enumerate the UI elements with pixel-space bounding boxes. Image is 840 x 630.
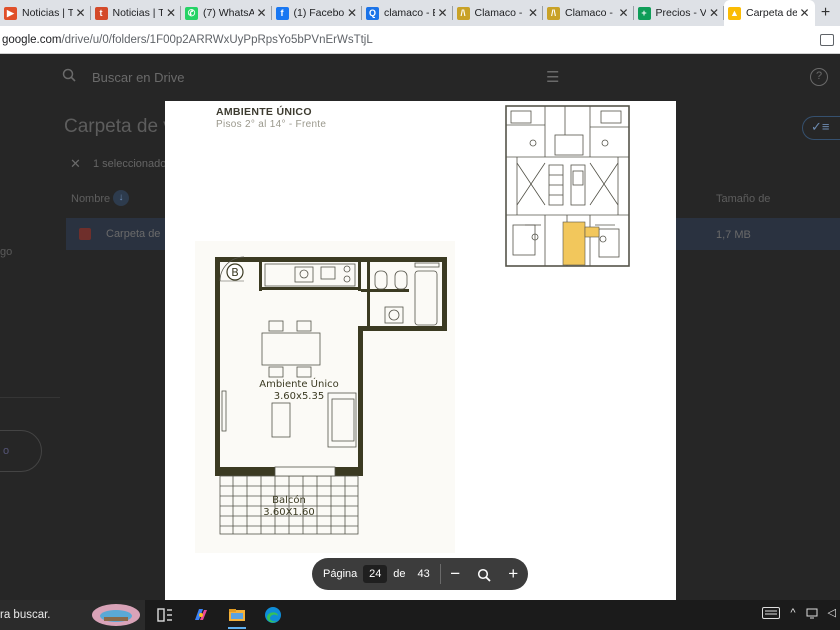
highlighted-unit: [562, 221, 586, 266]
folder-title: Carpeta de v: [64, 116, 173, 137]
zoom-in-button[interactable]: +: [499, 564, 528, 584]
column-header-size[interactable]: Tamaño de: [716, 193, 770, 205]
row-file-name[interactable]: Carpeta de: [106, 228, 160, 240]
system-tray: ^ ◁: [762, 606, 836, 619]
browser-tab[interactable]: /\ Clamaco - C✕: [543, 0, 634, 26]
room-name-balcony: Balcón: [272, 494, 306, 506]
browser-tab[interactable]: t Noticias | To✕: [91, 0, 182, 26]
sidebar-divider: [0, 397, 60, 398]
search-highlight-image: [92, 604, 140, 626]
pdf-file-icon: [79, 228, 91, 240]
drive-search-input[interactable]: Buscar en Drive: [92, 70, 184, 85]
page-of-label: de: [393, 568, 406, 580]
url-text[interactable]: google.com/drive/u/0/folders/1F00p2ARRWx…: [0, 34, 820, 46]
news-tab-icon: ▶: [4, 6, 17, 20]
zoom-icon[interactable]: [470, 564, 499, 584]
page-navigation: Página 24 de 43 − +: [312, 558, 528, 590]
tab-title: Clamaco - C: [565, 7, 616, 19]
edge-browser-icon[interactable]: [264, 606, 282, 624]
close-tab-icon[interactable]: ✕: [799, 6, 811, 20]
zoom-out-button[interactable]: −: [441, 564, 470, 584]
browser-tab[interactable]: f (1) Faceboo✕: [272, 0, 363, 26]
facebook-icon: f: [275, 6, 289, 20]
search-tab-icon: Q: [366, 6, 379, 20]
plan-subtitle: Pisos 2° al 14° - Frente: [216, 119, 327, 130]
column-header-name[interactable]: Nombre: [71, 193, 110, 205]
help-icon[interactable]: ?: [810, 68, 828, 86]
close-tab-icon[interactable]: ✕: [708, 6, 720, 20]
windows-taskbar: ra buscar. ^ ◁: [0, 600, 840, 630]
clear-selection-icon[interactable]: ✕: [70, 156, 81, 172]
tray-overflow-icon[interactable]: ^: [790, 607, 795, 619]
tab-title: Clamaco - C: [474, 7, 526, 19]
close-tab-icon[interactable]: ✕: [437, 6, 449, 20]
install-app-icon[interactable]: [820, 33, 834, 46]
close-tab-icon[interactable]: ✕: [165, 6, 177, 20]
page-number-input[interactable]: 24: [363, 565, 388, 583]
active-app-indicator: [228, 627, 246, 629]
building-key-plan: [505, 105, 630, 267]
unit-badge: B: [231, 266, 239, 279]
close-tab-icon[interactable]: ✕: [527, 6, 539, 20]
search-icon[interactable]: [62, 68, 76, 82]
close-tab-icon[interactable]: ✕: [75, 6, 87, 20]
address-bar[interactable]: google.com/drive/u/0/folders/1F00p2ARRWx…: [0, 26, 840, 54]
browser-tab[interactable]: ▶ Noticias | To✕: [0, 0, 91, 26]
page-total: 43: [417, 568, 430, 580]
file-explorer-icon[interactable]: [228, 606, 246, 624]
clamaco-logo-icon: /\: [547, 6, 560, 20]
t-news-icon: t: [94, 6, 108, 20]
tab-title: Carpeta de v: [746, 7, 797, 19]
room-dims-balcony: 3.60X1.60: [263, 507, 314, 518]
row-file-size: 1,7 MB: [716, 229, 751, 241]
browser-tab[interactable]: + Precios - Va✕: [634, 0, 725, 26]
sidebar-storage-button[interactable]: o: [0, 430, 42, 472]
whatsapp-icon: ✆: [185, 6, 198, 20]
keyboard-icon[interactable]: [762, 606, 781, 619]
pdf-page: AMBIENTE ÚNICO Pisos 2° al 14° - Frente: [165, 101, 676, 600]
close-tab-icon[interactable]: ✕: [256, 6, 268, 20]
close-tab-icon[interactable]: ✕: [346, 6, 358, 20]
task-view-icon[interactable]: [156, 606, 174, 624]
room-dims-main: 3.60x5.35: [274, 391, 324, 402]
sidebar-text-fragment: go: [0, 246, 13, 258]
page-label: Página: [323, 568, 358, 580]
tab-title: Noticias | To: [22, 7, 73, 19]
plan-title: AMBIENTE ÚNICO: [216, 106, 312, 118]
browser-tab-strip: ▶Noticias | To✕tNoticias | To✕✆(7) Whats…: [0, 0, 840, 26]
sort-arrow-icon[interactable]: ↓: [113, 190, 129, 206]
room-name-main: Ambiente Único: [259, 377, 339, 390]
browser-tab[interactable]: ▲ Carpeta de v✕: [724, 0, 815, 26]
close-tab-icon[interactable]: ✕: [618, 6, 630, 20]
unit-floor-plan: B Ambiente Único 3.60x5.35 Balcón 3.60X1…: [195, 241, 455, 553]
browser-tab[interactable]: Qclamaco - Bu✕: [362, 0, 453, 26]
browser-tab[interactable]: /\ Clamaco - C✕: [453, 0, 544, 26]
tab-title: Precios - Va: [655, 7, 707, 19]
tab-title: (1) Faceboo: [293, 7, 345, 19]
tab-title: clamaco - Bu: [384, 7, 435, 19]
drive-icon: ▲: [728, 6, 741, 20]
view-toggle-button[interactable]: ✓≡: [802, 116, 840, 140]
sheets-icon: +: [637, 6, 651, 20]
search-options-icon[interactable]: ☰: [546, 68, 559, 86]
clamaco-logo-icon: /\: [456, 6, 470, 20]
copilot-icon[interactable]: [192, 606, 210, 624]
new-tab-button[interactable]: +: [817, 4, 835, 22]
speaker-icon[interactable]: ◁: [828, 606, 836, 619]
url-path: /drive/u/0/folders/1F00p2ARRWxUyPpRpsYo5…: [61, 33, 373, 46]
network-icon[interactable]: [806, 607, 818, 619]
selection-count: 1 seleccionado: [93, 158, 167, 170]
url-host: google.com: [2, 33, 62, 46]
tab-title: (7) WhatsAp: [203, 7, 254, 19]
browser-tab[interactable]: ✆ (7) WhatsAp✕: [181, 0, 272, 26]
tab-title: Noticias | To: [112, 7, 164, 19]
